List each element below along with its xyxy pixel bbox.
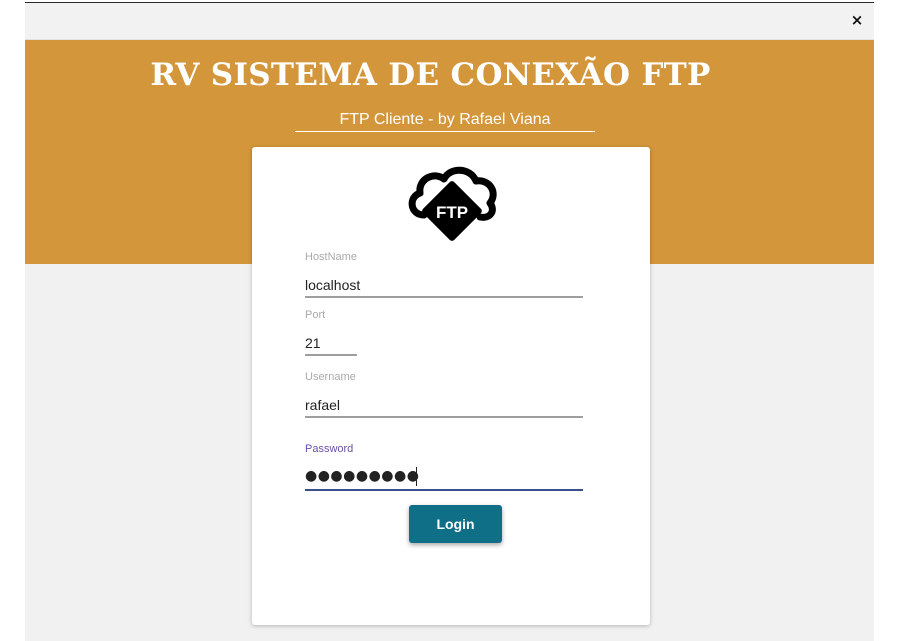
username-field-group: Username [305,371,583,419]
text-caret [416,467,417,486]
port-field-group: Port [305,309,357,357]
password-field-group: Password ●●●●●●●●● [305,443,583,493]
password-mask: ●●●●●●●●● [305,468,420,484]
title-bar: × [25,3,874,40]
hostname-label: HostName [305,251,357,263]
login-button[interactable]: Login [409,505,502,543]
password-input[interactable]: ●●●●●●●●● [305,465,583,491]
username-label: Username [305,371,356,383]
login-card: FTP HostName Port Username Password ●●●●… [252,147,650,625]
app-title: RV SISTEMA DE CONEXÃO FTP [150,57,711,93]
hostname-field-group: HostName [305,251,583,299]
port-input[interactable] [305,332,357,356]
username-input[interactable] [305,394,583,418]
app-window: × RV SISTEMA DE CONEXÃO FTP FTP Cliente … [25,2,874,641]
ftp-cloud-icon: FTP [406,163,498,245]
password-label: Password [305,443,354,455]
app-subtitle: FTP Cliente - by Rafael Viana [295,109,595,132]
close-button[interactable]: × [848,11,866,29]
logo-text: FTP [436,203,468,222]
port-label: Port [305,309,326,321]
hostname-input[interactable] [305,274,583,298]
